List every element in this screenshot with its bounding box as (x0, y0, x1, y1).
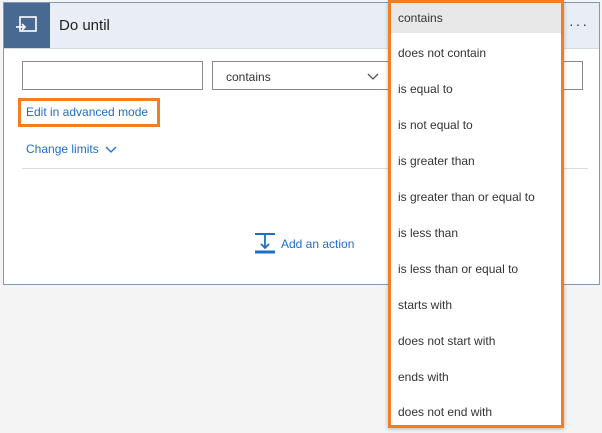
dropdown-option-does-not-contain[interactable]: does not contain (391, 38, 561, 68)
dropdown-option-does-not-end-with[interactable]: does not end with (391, 397, 561, 427)
dropdown-option-contains[interactable]: contains (391, 3, 561, 33)
operator-dropdown: contains does not contain is equal to is… (388, 0, 564, 428)
dropdown-option-ends-with[interactable]: ends with (391, 362, 561, 392)
chevron-down-icon (367, 73, 379, 80)
card-title: Do until (59, 17, 110, 34)
dropdown-option-starts-with[interactable]: starts with (391, 290, 561, 320)
dropdown-option-is-greater-than-or-equal-to[interactable]: is greater than or equal to (391, 182, 561, 212)
dropdown-option-is-equal-to[interactable]: is equal to (391, 74, 561, 104)
dropdown-option-is-less-than-or-equal-to[interactable]: is less than or equal to (391, 254, 561, 284)
dropdown-option-is-not-equal-to[interactable]: is not equal to (391, 110, 561, 140)
dropdown-option-is-greater-than[interactable]: is greater than (391, 146, 561, 176)
chevron-down-icon (105, 146, 117, 153)
operator-select[interactable]: contains (212, 61, 390, 90)
more-options-icon[interactable]: ··· (569, 16, 589, 32)
change-limits-label: Change limits (26, 142, 99, 156)
add-action-icon (255, 233, 275, 254)
loop-icon (4, 3, 50, 48)
operator-select-value: contains (226, 70, 271, 84)
dropdown-option-does-not-start-with[interactable]: does not start with (391, 326, 561, 356)
add-action-label: Add an action (281, 237, 355, 251)
edit-advanced-mode-link[interactable]: Edit in advanced mode (26, 105, 148, 119)
condition-left-input[interactable] (22, 61, 203, 90)
dropdown-option-is-less-than[interactable]: is less than (391, 218, 561, 248)
change-limits-link[interactable]: Change limits (26, 142, 117, 156)
